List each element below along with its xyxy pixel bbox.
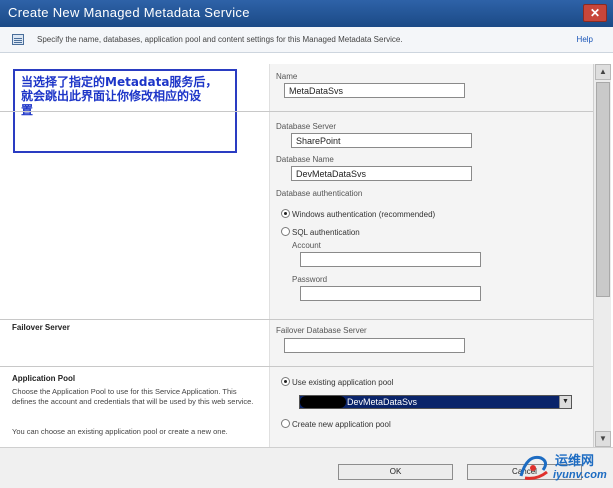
dialog-description: Specify the name, databases, application…: [37, 35, 403, 44]
create-new-pool-label: Create new application pool: [292, 420, 391, 429]
annotation-line-2: 就会跳出此界面让你修改相应的设: [21, 89, 202, 103]
list-icon: [12, 34, 24, 45]
database-server-field[interactable]: SharePoint: [291, 133, 472, 148]
watermark-logo-icon: [519, 455, 548, 480]
form-content: 当选择了指定的Metadata服务后， 就会跳出此界面让你修改相应的设 置 Na…: [0, 64, 593, 447]
database-server-label: Database Server: [276, 122, 337, 131]
app-pool-selected-value: DevMetaDataSvs: [347, 397, 418, 407]
scroll-up-icon[interactable]: ▲: [595, 64, 611, 80]
database-auth-label: Database authentication: [276, 189, 363, 198]
failover-label: Failover Database Server: [276, 326, 367, 335]
app-pool-description: Choose the Application Pool to use for t…: [12, 387, 254, 406]
close-button[interactable]: ✕: [583, 4, 607, 22]
database-name-field[interactable]: DevMetaDataSvs: [291, 166, 472, 181]
watermark: 运维网 iyunv.com: [517, 448, 609, 486]
dialog-title-bar: Create New Managed Metadata Service ✕: [0, 0, 613, 27]
scroll-thumb[interactable]: [596, 82, 610, 297]
use-existing-pool-radio[interactable]: [281, 377, 290, 386]
section-divider: [0, 319, 593, 320]
annotation-line-1: 当选择了指定的Metadata服务后，: [21, 75, 218, 89]
app-pool-select[interactable]: DevMetaDataSvs ▼: [299, 395, 572, 409]
vertical-scrollbar[interactable]: ▲ ▼: [593, 64, 611, 447]
name-field[interactable]: MetaDataSvs: [284, 83, 465, 98]
section-divider: [0, 366, 593, 367]
database-name-label: Database Name: [276, 155, 334, 164]
windows-auth-radio[interactable]: [281, 209, 290, 218]
password-label: Password: [292, 275, 328, 284]
chevron-down-icon[interactable]: ▼: [559, 396, 571, 408]
failover-heading: Failover Server: [12, 323, 70, 332]
windows-auth-label: Windows authentication (recommended): [292, 210, 436, 219]
sql-auth-label: SQL authentication: [292, 228, 360, 237]
password-field[interactable]: [300, 286, 481, 301]
account-label: Account: [292, 241, 321, 250]
name-label: Name: [276, 72, 298, 81]
help-link[interactable]: Help: [577, 35, 593, 44]
watermark-domain: iyunv.com: [553, 469, 607, 481]
sql-auth-radio[interactable]: [281, 227, 290, 236]
use-existing-pool-label: Use existing application pool: [292, 378, 394, 387]
app-pool-heading: Application Pool: [12, 374, 76, 383]
account-field[interactable]: [300, 252, 481, 267]
dialog-title: Create New Managed Metadata Service: [8, 5, 250, 20]
ok-button[interactable]: OK: [338, 464, 453, 480]
description-bar: Specify the name, databases, application…: [0, 27, 613, 53]
app-pool-description-2: You can choose an existing application p…: [12, 427, 228, 436]
redacted-mark: [300, 396, 346, 408]
section-divider: [0, 111, 593, 112]
scroll-down-icon[interactable]: ▼: [595, 431, 611, 447]
failover-field[interactable]: [284, 338, 465, 353]
watermark-brand: 运维网: [555, 454, 595, 469]
create-new-pool-radio[interactable]: [281, 419, 290, 428]
annotation-line-3: 置: [21, 103, 34, 117]
